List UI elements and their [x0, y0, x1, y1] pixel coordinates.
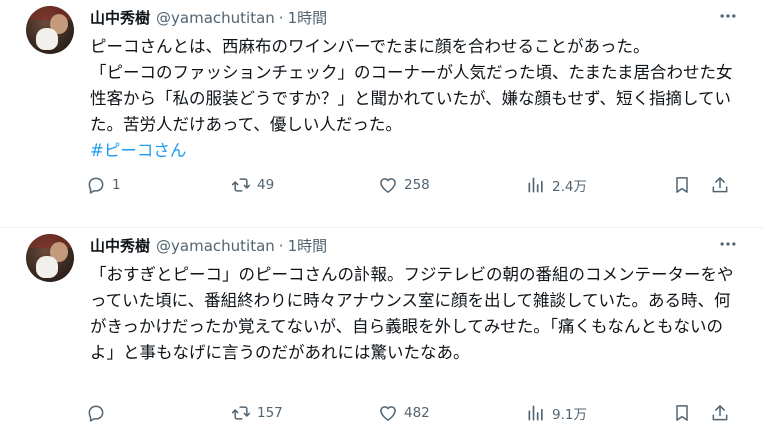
- avatar-cat-shape: [36, 256, 58, 278]
- more-options-button[interactable]: [716, 234, 740, 254]
- retweet-button[interactable]: 49: [231, 170, 274, 200]
- tweet-actions: 157 482 9.1万: [86, 398, 746, 428]
- avatar-hat-shape: [26, 234, 74, 248]
- reply-button[interactable]: 1: [86, 170, 121, 200]
- more-horizontal-icon: [720, 14, 736, 18]
- bookmark-button[interactable]: [672, 170, 692, 200]
- reply-icon: [88, 177, 104, 194]
- share-button[interactable]: [710, 398, 730, 428]
- share-button[interactable]: [710, 170, 730, 200]
- avatar[interactable]: [26, 6, 74, 54]
- retweet-icon: [231, 178, 251, 192]
- author-handle[interactable]: @yamachutitan: [156, 8, 275, 28]
- views-chart-icon: [528, 177, 543, 193]
- retweet-count: 157: [257, 405, 283, 421]
- reply-count: 1: [112, 177, 121, 193]
- view-count: 2.4万: [552, 179, 587, 195]
- bookmark-icon: [676, 405, 688, 421]
- tweet-text: ピーコさんとは、西麻布のワインバーでたまに顔を合わせることがあった。 「ピーコの…: [90, 34, 740, 164]
- timestamp[interactable]: 1時間: [288, 236, 328, 256]
- hashtag-link[interactable]: #ピーコさん: [90, 141, 186, 160]
- author-name[interactable]: 山中秀樹: [90, 236, 150, 256]
- like-button[interactable]: 258: [378, 170, 430, 200]
- avatar[interactable]: [26, 234, 74, 282]
- reply-icon: [88, 405, 104, 422]
- like-button[interactable]: 482: [378, 398, 430, 428]
- view-count: 9.1万: [552, 407, 587, 423]
- tweet[interactable]: 山中秀樹 @yamachutitan · 1時間 ピーコさんとは、西麻布のワイン…: [0, 0, 764, 214]
- share-icon: [712, 177, 728, 193]
- views-button[interactable]: 9.1万: [526, 398, 587, 428]
- reply-button[interactable]: [86, 398, 112, 428]
- avatar-cat-shape: [36, 28, 58, 50]
- separator-dot: ·: [278, 9, 284, 27]
- bookmark-icon: [676, 177, 688, 193]
- tweet-header: 山中秀樹 @yamachutitan · 1時間: [90, 236, 327, 256]
- heart-icon: [380, 406, 396, 421]
- share-icon: [712, 405, 728, 421]
- tweet-text: 「おすぎとピーコ」のピーコさんの訃報。フジテレビの朝の番組のコメンテーターをやっ…: [90, 265, 734, 362]
- avatar-hat-shape: [26, 6, 74, 20]
- tweet-body: ピーコさんとは、西麻布のワインバーでたまに顔を合わせることがあった。 「ピーコの…: [90, 37, 733, 134]
- like-count: 258: [404, 177, 430, 193]
- separator-dot: ·: [278, 237, 284, 255]
- author-handle[interactable]: @yamachutitan: [156, 236, 275, 256]
- retweet-icon: [231, 406, 251, 420]
- tweet[interactable]: 山中秀樹 @yamachutitan · 1時間 「おすぎとピーコ」のピーコさん…: [0, 227, 764, 433]
- views-chart-icon: [528, 405, 543, 421]
- more-options-button[interactable]: [716, 6, 740, 26]
- heart-icon: [380, 178, 396, 193]
- bookmark-button[interactable]: [672, 398, 692, 428]
- views-button[interactable]: 2.4万: [526, 170, 587, 200]
- tweet-actions: 1 49 258 2.4万: [86, 170, 746, 200]
- more-horizontal-icon: [720, 242, 736, 246]
- tweet-header: 山中秀樹 @yamachutitan · 1時間: [90, 8, 327, 28]
- timestamp[interactable]: 1時間: [288, 8, 328, 28]
- retweet-button[interactable]: 157: [231, 398, 283, 428]
- like-count: 482: [404, 405, 430, 421]
- author-name[interactable]: 山中秀樹: [90, 8, 150, 28]
- retweet-count: 49: [257, 177, 275, 193]
- timeline: 山中秀樹 @yamachutitan · 1時間 ピーコさんとは、西麻布のワイン…: [0, 0, 764, 423]
